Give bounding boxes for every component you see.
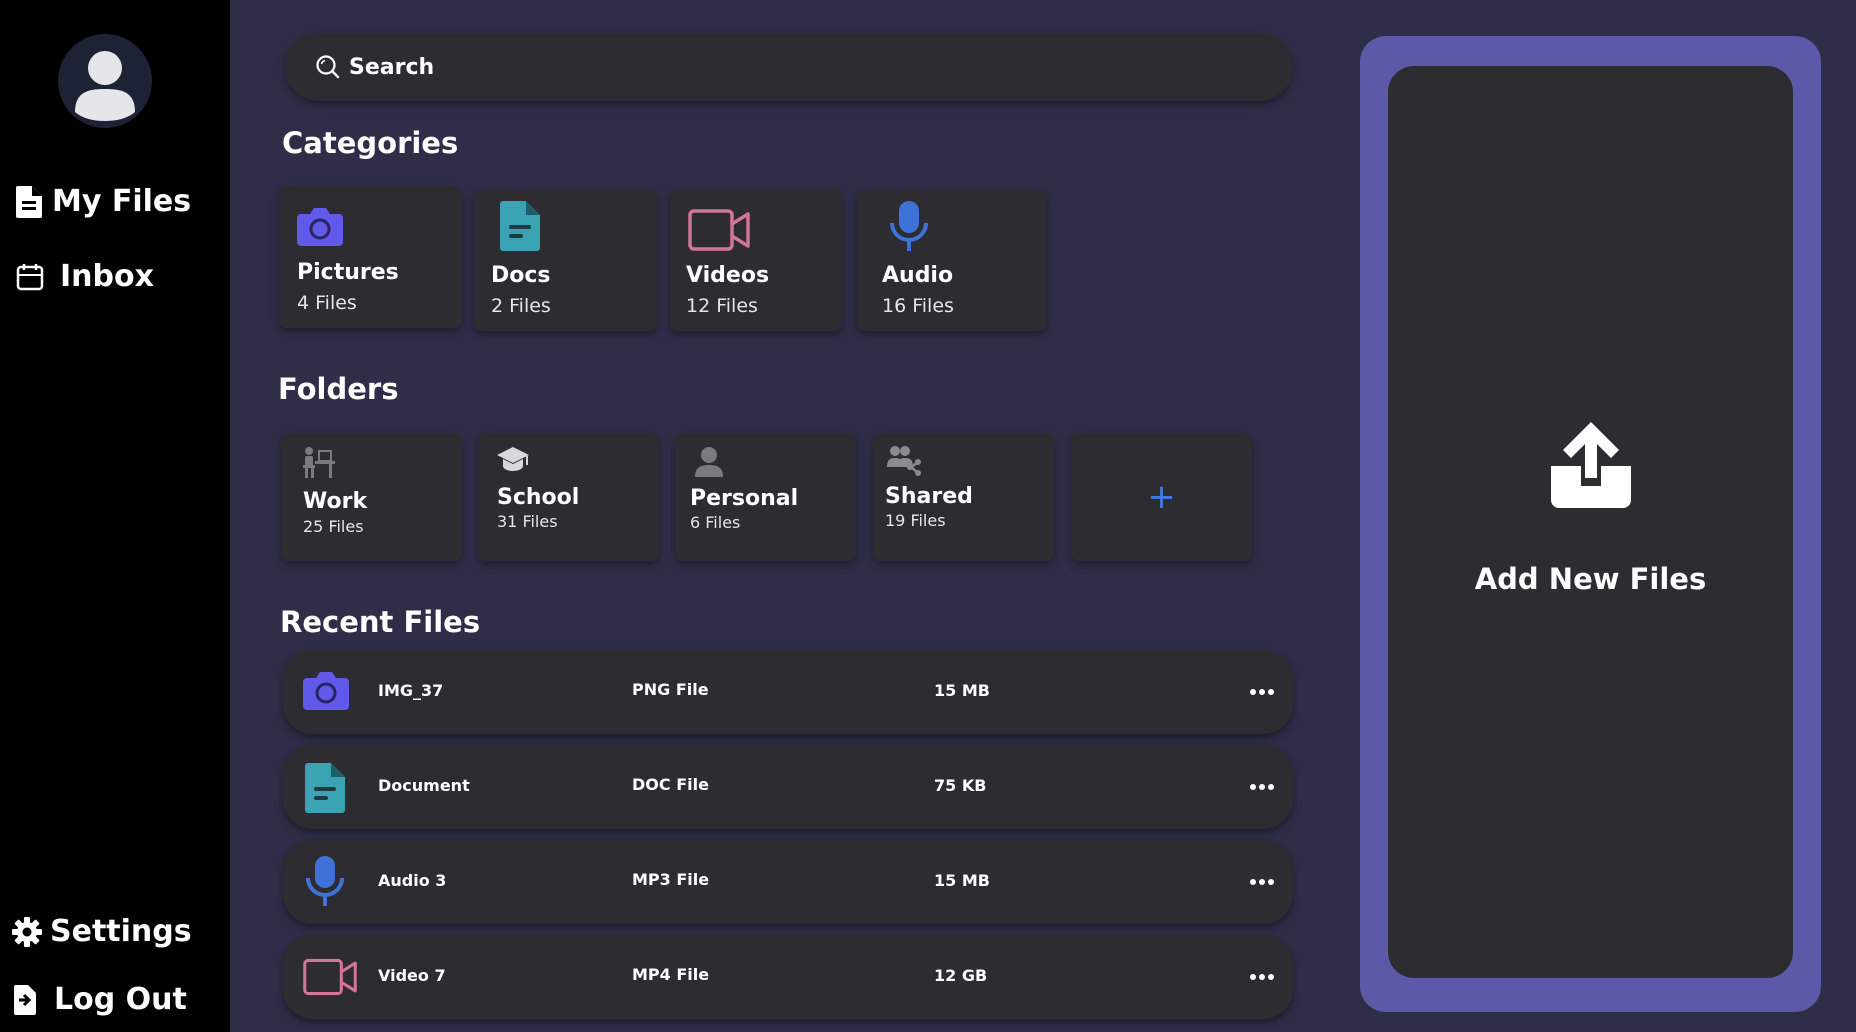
microphone-icon	[306, 856, 344, 906]
category-card-docs[interactable]: Docs 2 Files	[474, 189, 657, 331]
gear-icon	[12, 916, 42, 947]
sidebar-item-label: My Files	[52, 184, 192, 219]
category-card-audio[interactable]: Audio 16 Files	[857, 189, 1047, 331]
recent-files-title: Recent Files	[280, 605, 481, 639]
folder-card-school[interactable]: School 31 Files	[478, 433, 659, 561]
logout-icon	[14, 984, 36, 1015]
person-icon	[695, 447, 723, 477]
sidebar-item-inbox[interactable]: Inbox	[16, 259, 154, 294]
add-new-files-button[interactable]: Add New Files	[1388, 66, 1793, 978]
folder-card-shared[interactable]: Shared 19 Files	[873, 433, 1054, 561]
video-icon	[303, 958, 357, 996]
sidebar-item-my-files[interactable]: My Files	[16, 184, 191, 219]
video-icon	[688, 209, 750, 251]
folder-count: 25 Files	[303, 517, 364, 536]
folders-title: Folders	[278, 372, 399, 406]
category-count: 2 Files	[491, 295, 551, 317]
category-count: 12 Files	[686, 295, 758, 317]
category-count: 4 Files	[297, 292, 357, 314]
category-label: Videos	[686, 263, 770, 288]
add-folder-button[interactable]: +	[1071, 433, 1252, 561]
folder-card-personal[interactable]: Personal 6 Files	[675, 433, 856, 561]
shared-users-icon	[887, 446, 921, 476]
category-card-videos[interactable]: Videos 12 Files	[670, 189, 842, 331]
sidebar-item-label: Log Out	[54, 982, 187, 1017]
table-row[interactable]: Document DOC File 75 KB	[283, 745, 1293, 829]
search-placeholder: Search	[349, 54, 435, 80]
inbox-icon	[16, 263, 44, 290]
file-name: Document	[378, 776, 470, 795]
app-root: My Files Inbox Settings Log Out Search C…	[0, 0, 1856, 1032]
table-row[interactable]: IMG_37 PNG File 15 MB	[283, 650, 1293, 734]
file-size: 15 MB	[934, 681, 990, 700]
category-label: Audio	[882, 263, 954, 288]
file-size: 75 KB	[934, 776, 987, 795]
category-label: Pictures	[297, 260, 399, 285]
folder-label: Personal	[690, 486, 799, 511]
table-row[interactable]: Video 7 MP4 File 12 GB	[283, 935, 1293, 1019]
camera-icon	[303, 672, 349, 710]
file-size: 15 MB	[934, 871, 990, 890]
microphone-icon	[890, 201, 928, 251]
category-count: 16 Files	[882, 295, 954, 317]
folder-label: Work	[303, 489, 368, 514]
search-icon	[316, 55, 340, 79]
document-icon	[500, 201, 540, 251]
more-options-icon[interactable]	[1245, 965, 1279, 989]
file-name: Video 7	[378, 966, 446, 985]
plus-icon: +	[1147, 477, 1176, 517]
categories-title: Categories	[282, 126, 459, 160]
more-options-icon[interactable]	[1245, 775, 1279, 799]
folder-label: School	[497, 485, 580, 510]
camera-icon	[297, 208, 343, 246]
file-type: PNG File	[632, 680, 709, 699]
folder-card-work[interactable]: Work 25 Files	[281, 433, 462, 561]
table-row[interactable]: Audio 3 MP3 File 15 MB	[283, 840, 1293, 924]
desk-worker-icon	[303, 447, 335, 478]
more-options-icon[interactable]	[1245, 680, 1279, 704]
folder-count: 6 Files	[690, 513, 741, 532]
file-name: IMG_37	[378, 681, 444, 700]
file-size: 12 GB	[934, 966, 988, 985]
folder-count: 19 Files	[885, 511, 946, 530]
file-type: DOC File	[632, 775, 709, 794]
sidebar-item-label: Settings	[50, 914, 192, 949]
upload-icon	[1551, 422, 1631, 508]
sidebar-item-label: Inbox	[60, 259, 154, 294]
upload-label: Add New Files	[1474, 562, 1707, 596]
document-icon	[305, 763, 345, 813]
category-label: Docs	[491, 263, 551, 288]
file-type: MP4 File	[632, 965, 710, 984]
file-type: MP3 File	[632, 870, 710, 889]
avatar[interactable]	[58, 34, 152, 128]
file-name: Audio 3	[378, 871, 447, 890]
search-input[interactable]: Search	[285, 33, 1293, 101]
sidebar: My Files Inbox Settings Log Out	[0, 0, 230, 1032]
file-icon	[16, 185, 42, 218]
folder-label: Shared	[885, 484, 973, 509]
folder-count: 31 Files	[497, 512, 558, 531]
more-options-icon[interactable]	[1245, 870, 1279, 894]
graduation-cap-icon	[497, 447, 529, 471]
sidebar-item-settings[interactable]: Settings	[12, 914, 192, 949]
upload-panel: Add New Files	[1360, 36, 1821, 1012]
sidebar-item-logout[interactable]: Log Out	[14, 982, 187, 1017]
user-icon	[75, 51, 135, 121]
category-card-pictures[interactable]: Pictures 4 Files	[279, 186, 462, 328]
